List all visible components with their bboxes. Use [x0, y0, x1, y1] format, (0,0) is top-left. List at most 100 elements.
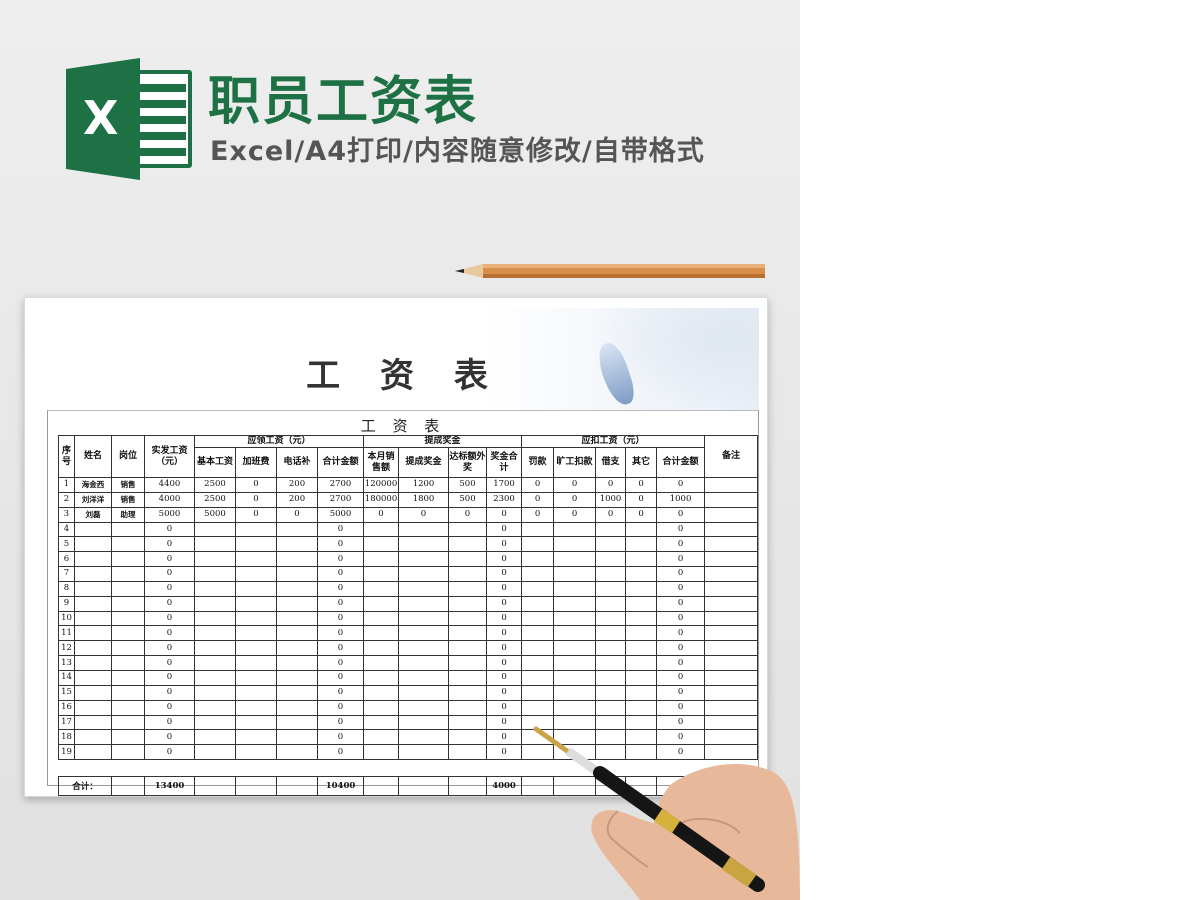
- cell-target-bonus: [448, 714, 488, 731]
- cell-payable-total: 0: [316, 551, 365, 568]
- header-overtime: 加班费: [235, 447, 277, 478]
- cell-base-salary: [194, 684, 236, 701]
- cell-fine: 0: [521, 491, 555, 508]
- cell-other: [625, 684, 658, 701]
- cell-deduct-total: 0: [656, 699, 706, 716]
- cell-seq: 7: [58, 566, 75, 582]
- cell-commission: [398, 699, 450, 716]
- cell-overtime: [235, 744, 277, 761]
- cell-overtime: [235, 551, 277, 568]
- cell-other: 0: [625, 506, 658, 523]
- cell-seq: 13: [58, 655, 75, 671]
- table-title: 工 资 表: [360, 417, 446, 435]
- cell-payable-total: 0: [316, 521, 365, 538]
- cell-target-bonus: [448, 640, 488, 657]
- table-row: 4 0 0 0 0: [58, 521, 759, 538]
- cell-monthly-sales: [363, 610, 400, 627]
- cell-bonus-total: 0: [486, 610, 523, 627]
- cell-absence-deduction: [553, 595, 597, 612]
- cell-deduct-total: 0: [656, 595, 706, 612]
- cell-fine: [521, 536, 555, 553]
- cell-monthly-sales: [363, 551, 400, 568]
- table-row: 15 0 0 0 0: [58, 684, 759, 701]
- cell-overtime: [235, 655, 277, 671]
- cell-position: [111, 610, 145, 627]
- paper-big-title: 工 资 表: [306, 356, 502, 396]
- cell-base-salary: [194, 595, 236, 612]
- cell-fine: [521, 551, 555, 568]
- cell-other: [625, 566, 658, 582]
- cell-monthly-sales: [363, 566, 400, 582]
- cell-base-salary: 2500: [194, 477, 236, 493]
- cell-remark: [704, 684, 759, 701]
- cell-actual-pay: 0: [144, 699, 195, 716]
- cell-position: [111, 640, 145, 657]
- cell-advance: [595, 536, 627, 553]
- cell-absence-deduction: [553, 551, 597, 568]
- cell-advance: 0: [595, 477, 627, 493]
- cell-commission: [398, 566, 450, 582]
- cell-commission: [398, 669, 450, 686]
- table-row: 11 0 0 0 0: [58, 625, 759, 642]
- cell-name: [74, 521, 112, 538]
- cell-base-salary: [194, 566, 236, 582]
- header-deduct-group: 应扣工资（元）: [521, 435, 706, 448]
- cell-deduct-total: 0: [656, 625, 706, 642]
- cell-remark: [704, 595, 759, 612]
- cell-position: [111, 625, 145, 642]
- cell-deduct-total: 0: [656, 580, 706, 597]
- cell-phone-allowance: [276, 566, 318, 582]
- cell-commission: [398, 684, 450, 701]
- cell-absence-deduction: [553, 521, 597, 538]
- header-payable-total: 合计金额: [316, 447, 365, 478]
- cell-target-bonus: [448, 566, 488, 582]
- cell-absence-deduction: [553, 580, 597, 597]
- cell-bonus-total: 0: [486, 640, 523, 657]
- cell-remark: [704, 655, 759, 671]
- cell-deduct-total: 0: [656, 684, 706, 701]
- cell-position: [111, 566, 145, 582]
- cell-overtime: [235, 580, 277, 597]
- cell-phone-allowance: [276, 684, 318, 701]
- excel-logo-cover: X: [66, 58, 140, 180]
- cell-remark: [704, 625, 759, 642]
- cell-name: [74, 744, 112, 761]
- cell-commission: [398, 610, 450, 627]
- cell-target-bonus: [448, 655, 488, 671]
- cell-remark: [704, 521, 759, 538]
- cell-commission: [398, 536, 450, 553]
- header-target-bonus: 达标额外奖: [448, 447, 488, 478]
- cell-absence-deduction: [553, 640, 597, 657]
- cell-remark: [704, 566, 759, 582]
- cell-payable-total: 0: [316, 744, 365, 761]
- cell-phone-allowance: [276, 580, 318, 597]
- cell-name: [74, 669, 112, 686]
- cell-monthly-sales: [363, 684, 400, 701]
- cell-bonus-total: 0: [486, 551, 523, 568]
- cell-position: [111, 521, 145, 538]
- cell-commission: 0: [398, 506, 450, 523]
- cell-seq: 5: [58, 536, 75, 553]
- cell-bonus-total: 1700: [486, 477, 523, 493]
- cell-phone-allowance: [276, 610, 318, 627]
- cell-other: [625, 625, 658, 642]
- cell-name: [74, 610, 112, 627]
- cell-phone-allowance: 200: [276, 477, 318, 493]
- header-deduct-total: 合计金额: [656, 447, 706, 478]
- cell-commission: [398, 655, 450, 671]
- cell-commission: [398, 640, 450, 657]
- cell-fine: [521, 595, 555, 612]
- cell-payable-total: 0: [316, 714, 365, 731]
- cell-remark: [704, 640, 759, 657]
- total-cell: [398, 776, 450, 797]
- cell-phone-allowance: 200: [276, 491, 318, 508]
- cell-position: [111, 655, 145, 671]
- cell-name: [74, 684, 112, 701]
- cell-advance: [595, 655, 627, 671]
- cell-other: [625, 640, 658, 657]
- cell-seq: 8: [58, 580, 75, 597]
- cell-seq: 14: [58, 669, 75, 686]
- cell-payable-total: 0: [316, 536, 365, 553]
- cell-phone-allowance: [276, 729, 318, 746]
- total-payable: 10400: [316, 776, 365, 797]
